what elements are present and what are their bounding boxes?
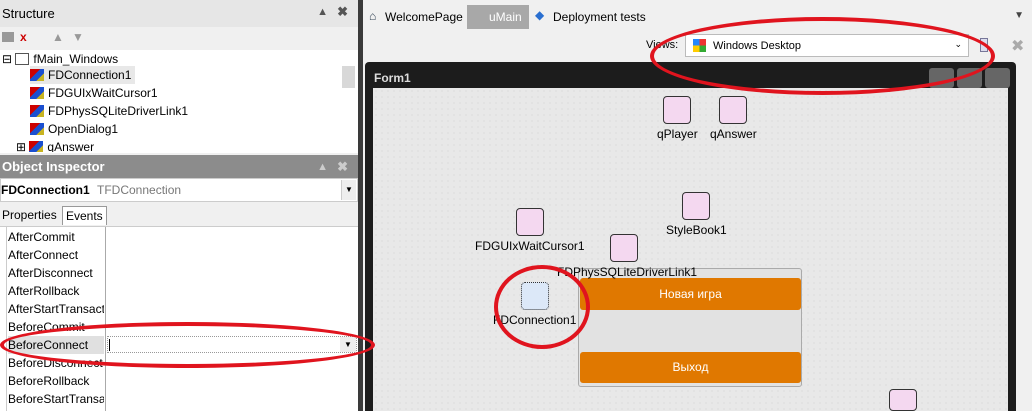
event-name[interactable]: BeforeRollback — [8, 372, 104, 390]
query-icon — [719, 96, 748, 124]
tab-label: uMain — [489, 10, 522, 24]
tree-label: fMain_Windows — [33, 52, 119, 66]
tab-properties[interactable]: Properties — [2, 208, 57, 222]
tree-node[interactable]: FDGUIxWaitCursor1 — [30, 84, 158, 102]
close-button[interactable] — [985, 68, 1010, 88]
designer-toolbar: Views: Windows Desktop ⌄ ✖ — [363, 30, 1032, 60]
event-name[interactable]: BeforeDisconnect — [8, 354, 104, 372]
component-icon — [29, 141, 44, 152]
object-name: FDConnection1 — [1, 183, 90, 197]
form-icon — [15, 53, 30, 65]
exit-button[interactable]: Выход — [580, 352, 801, 383]
up-arrow-icon[interactable]: ▲ — [52, 30, 64, 44]
tree-label: FDConnection1 — [48, 68, 132, 82]
editor-tabbar: ⌂ WelcomePage uMain ◆ Deployment tests ▼ — [363, 0, 1032, 30]
hourglass-icon — [515, 208, 544, 236]
splitter[interactable] — [358, 0, 363, 411]
component-label: qPlayer — [657, 127, 698, 141]
stylebook-icon — [682, 192, 711, 220]
minimize-button[interactable] — [929, 68, 954, 88]
folder-icon[interactable] — [2, 32, 14, 42]
event-name[interactable]: BeforeCommit — [8, 318, 104, 336]
component-icon — [30, 123, 44, 135]
component-icon — [30, 69, 44, 81]
component-label: qAnswer — [710, 127, 757, 141]
event-name[interactable]: AfterDisconnect — [8, 264, 104, 282]
tree-node[interactable]: FDPhysSQLiteDriverLink1 — [30, 102, 188, 120]
chevron-down-icon[interactable]: ▼ — [341, 180, 356, 200]
tree-label: FDGUIxWaitCursor1 — [48, 86, 158, 100]
connection-icon — [520, 282, 549, 310]
home-icon: ⌂ — [369, 9, 377, 23]
scrollbar-thumb[interactable] — [342, 66, 355, 88]
opendialog-icon[interactable] — [889, 389, 917, 411]
device-icon[interactable] — [980, 38, 988, 52]
views-label: Views: — [646, 39, 679, 51]
tree-node[interactable]: ⊞ qAnswer — [16, 138, 94, 152]
component-label: FDPhysSQLiteDriverLink1 — [557, 265, 698, 279]
form-client: qPlayer qAnswer StyleBook1 FDGUIxWaitCur… — [373, 88, 1008, 411]
deployment-icon: ◆ — [535, 8, 545, 22]
structure-title: Structure — [2, 6, 55, 21]
component-fdphyssqlitedriverlink1[interactable]: FDPhysSQLiteDriverLink1 — [557, 234, 697, 279]
delete-icon[interactable]: x — [20, 30, 27, 44]
component-stylebook1[interactable]: StyleBook1 — [666, 192, 727, 237]
tree-label: qAnswer — [47, 140, 95, 152]
sqlite-icon — [610, 234, 638, 262]
event-name[interactable]: BeforeStartTransaction — [8, 390, 104, 408]
views-value: Windows Desktop — [713, 40, 802, 52]
button-panel: Новая игра Выход — [578, 268, 802, 387]
inspector-header: Object Inspector ▲ ✖ — [0, 155, 358, 178]
windows-logo-icon — [693, 39, 706, 52]
event-name[interactable]: AfterCommit — [8, 228, 104, 246]
tree-node[interactable]: FDConnection1 — [30, 66, 136, 84]
event-name-selected[interactable]: BeforeConnect — [8, 336, 104, 354]
tab-menu-icon[interactable]: ▼ — [1014, 10, 1024, 21]
object-type: TFDConnection — [97, 183, 182, 197]
tab-umain[interactable]: uMain — [467, 5, 529, 29]
down-arrow-icon[interactable]: ▼ — [72, 30, 84, 44]
structure-tree: ⊟ fMain_Windows FDConnection1 FDGUIxWait… — [0, 50, 358, 153]
component-qplayer[interactable]: qPlayer — [657, 96, 698, 141]
close-icon[interactable]: ✖ — [337, 159, 348, 175]
structure-header: Structure ▲ ✖ — [0, 0, 358, 27]
tree-scrollbar[interactable] — [341, 50, 356, 153]
tree-label: OpenDialog1 — [48, 122, 119, 136]
component-icon — [30, 87, 44, 99]
component-qanswer[interactable]: qAnswer — [710, 96, 757, 141]
new-game-button[interactable]: Новая игра — [580, 278, 801, 310]
tab-welcomepage[interactable]: WelcomePage — [385, 10, 463, 24]
event-name[interactable]: AfterRollback — [8, 282, 104, 300]
event-name[interactable]: AfterStartTransaction — [8, 300, 104, 318]
maximize-button[interactable] — [957, 68, 982, 88]
inspector-title: Object Inspector — [2, 159, 105, 174]
chevron-down-icon[interactable]: ▼ — [340, 337, 356, 352]
chevron-down-icon: ⌄ — [954, 39, 962, 49]
events-grid: AfterCommit AfterConnect AfterDisconnect… — [0, 226, 358, 411]
component-icon — [30, 105, 44, 117]
views-dropdown[interactable]: Windows Desktop ⌄ — [685, 34, 969, 57]
inspector-tabs: Properties Events — [0, 204, 358, 226]
close-icon[interactable]: ✖ — [337, 4, 348, 20]
component-label: FDConnection1 — [493, 313, 577, 327]
tree-node[interactable]: OpenDialog1 — [30, 120, 118, 138]
pin-icon[interactable]: ▲ — [317, 161, 328, 173]
object-selector[interactable]: FDConnection1 TFDConnection ▼ — [0, 178, 358, 202]
puzzle-icon[interactable]: ✖ — [1011, 36, 1024, 56]
event-value-input[interactable]: ▼ — [107, 336, 357, 353]
query-icon — [663, 96, 692, 124]
structure-toolbar: x ▲ ▼ — [0, 27, 358, 50]
event-name[interactable]: AfterConnect — [8, 246, 104, 264]
form-title: Form1 — [374, 71, 411, 85]
form-designer: Form1 qPlayer qAnswer StyleBook1 FDGUIxW… — [365, 62, 1016, 411]
tree-label: FDPhysSQLiteDriverLink1 — [48, 104, 189, 118]
tab-events[interactable]: Events — [62, 206, 107, 225]
tab-deployment-tests[interactable]: Deployment tests — [553, 10, 646, 24]
component-fdconnection1[interactable]: FDConnection1 — [493, 282, 576, 327]
pin-icon[interactable]: ▲ — [317, 6, 328, 18]
